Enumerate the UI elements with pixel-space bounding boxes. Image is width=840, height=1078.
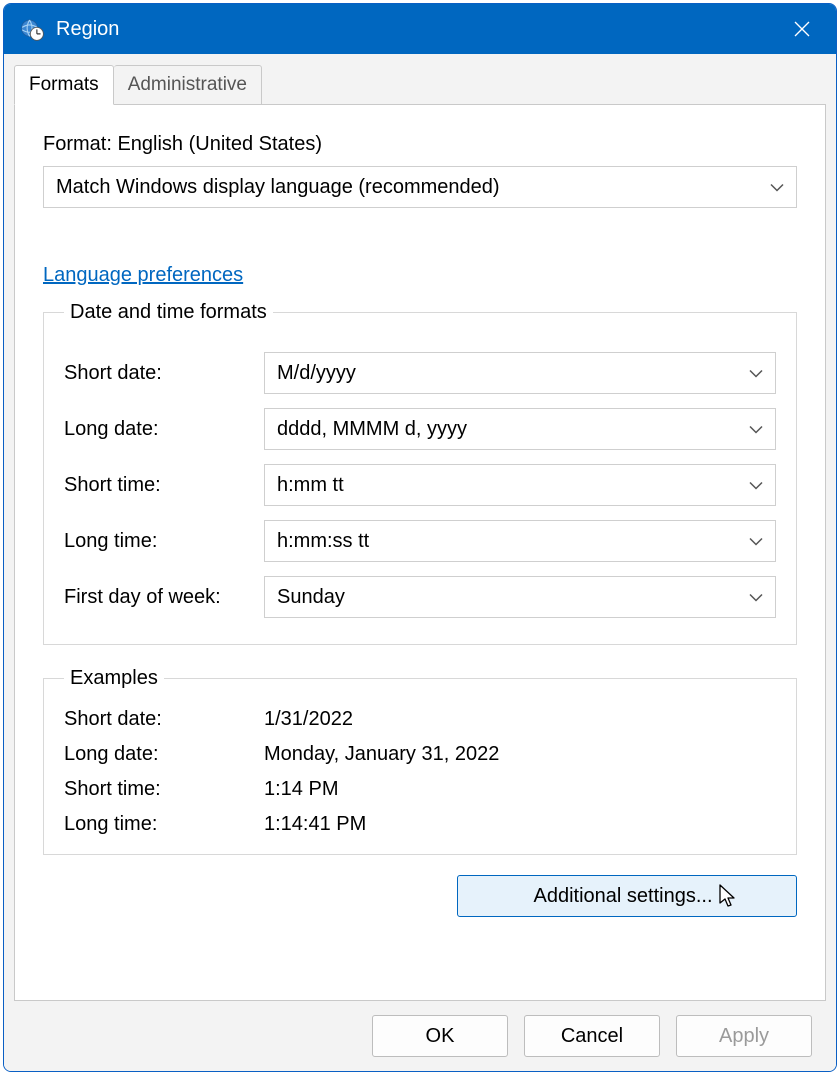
format-combo-value: Match Windows display language (recommen…	[56, 176, 500, 199]
ex-long-date-label: Long date:	[64, 743, 264, 766]
first-day-value: Sunday	[277, 586, 345, 609]
first-day-label: First day of week:	[64, 586, 264, 609]
datetime-formats-legend: Date and time formats	[64, 301, 273, 324]
long-date-label: Long date:	[64, 418, 264, 441]
ex-long-date-value: Monday, January 31, 2022	[264, 743, 499, 766]
chevron-down-icon	[749, 586, 763, 609]
tabstrip: Formats Administrative	[14, 65, 826, 105]
language-preferences-link[interactable]: Language preferences	[43, 264, 243, 287]
ex-short-date-value: 1/31/2022	[264, 708, 353, 731]
long-date-combo[interactable]: dddd, MMMM d, yyyy	[264, 408, 776, 450]
ex-long-time-value: 1:14:41 PM	[264, 813, 366, 836]
long-date-value: dddd, MMMM d, yyyy	[277, 418, 467, 441]
region-dialog: Region Formats Administrative Format: En…	[3, 3, 837, 1072]
tab-formats[interactable]: Formats	[14, 65, 114, 105]
short-time-label: Short time:	[64, 474, 264, 497]
close-icon	[794, 21, 810, 37]
titlebar: Region	[4, 4, 836, 54]
format-combo[interactable]: Match Windows display language (recommen…	[43, 166, 797, 208]
client-area: Formats Administrative Format: English (…	[4, 54, 836, 1071]
short-date-combo[interactable]: M/d/yyyy	[264, 352, 776, 394]
tab-panel-formats: Format: English (United States) Match Wi…	[14, 104, 826, 1001]
chevron-down-icon	[749, 418, 763, 441]
long-time-combo[interactable]: h:mm:ss tt	[264, 520, 776, 562]
cursor-icon	[717, 883, 737, 909]
short-date-label: Short date:	[64, 362, 264, 385]
chevron-down-icon	[749, 530, 763, 553]
first-day-combo[interactable]: Sunday	[264, 576, 776, 618]
short-date-value: M/d/yyyy	[277, 362, 356, 385]
chevron-down-icon	[770, 176, 784, 199]
examples-group: Examples Short date: 1/31/2022 Long date…	[43, 667, 797, 855]
ex-long-time-label: Long time:	[64, 813, 264, 836]
long-time-label: Long time:	[64, 530, 264, 553]
globe-clock-icon	[18, 15, 46, 43]
dialog-button-row: OK Cancel Apply	[14, 1001, 826, 1071]
chevron-down-icon	[749, 474, 763, 497]
ex-short-date-label: Short date:	[64, 708, 264, 731]
examples-legend: Examples	[64, 667, 164, 690]
additional-settings-label: Additional settings...	[534, 885, 713, 908]
format-label: Format: English (United States)	[43, 133, 797, 156]
additional-settings-button[interactable]: Additional settings...	[457, 875, 797, 917]
long-time-value: h:mm:ss tt	[277, 530, 369, 553]
short-time-value: h:mm tt	[277, 474, 344, 497]
ok-button[interactable]: OK	[372, 1015, 508, 1057]
short-time-combo[interactable]: h:mm tt	[264, 464, 776, 506]
chevron-down-icon	[749, 362, 763, 385]
apply-button[interactable]: Apply	[676, 1015, 812, 1057]
tab-administrative[interactable]: Administrative	[114, 65, 262, 105]
window-title: Region	[56, 18, 782, 41]
cancel-button[interactable]: Cancel	[524, 1015, 660, 1057]
close-button[interactable]	[782, 9, 822, 49]
ex-short-time-value: 1:14 PM	[264, 778, 338, 801]
ex-short-time-label: Short time:	[64, 778, 264, 801]
datetime-formats-group: Date and time formats Short date: M/d/yy…	[43, 301, 797, 645]
